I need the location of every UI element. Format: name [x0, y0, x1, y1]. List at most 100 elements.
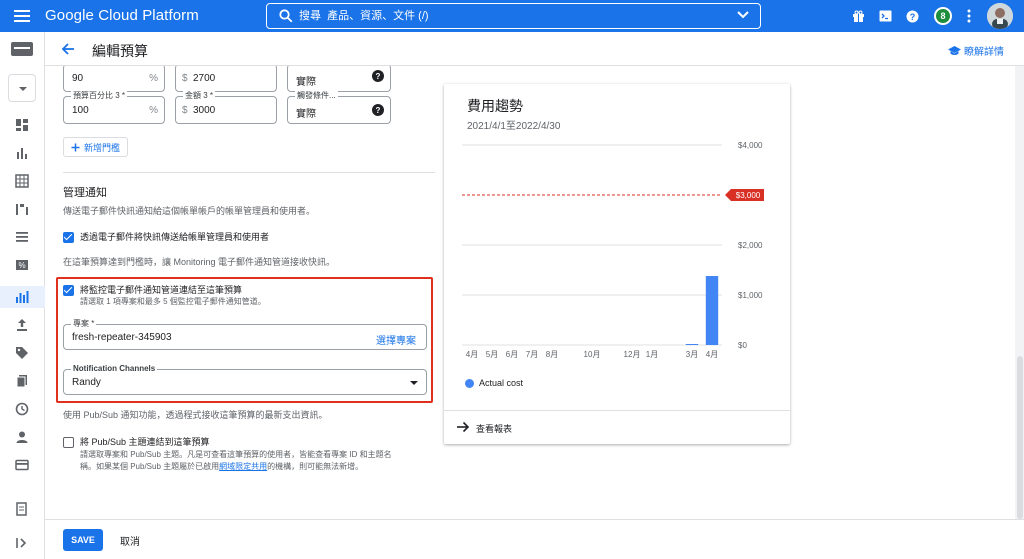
help-icon[interactable]: ?: [904, 8, 920, 24]
budget-form: 90 % $ 2700 實際 ? 預算百分比 3 * 100 % 金額 3 * …: [45, 66, 445, 519]
dashboard-icon[interactable]: [15, 118, 29, 132]
form-footer: SAVE 取消: [45, 519, 1024, 559]
threshold-percent-3-label: 預算百分比 3 *: [71, 91, 128, 101]
dropdown-arrow-icon: [410, 381, 418, 385]
cost-breakdown-icon[interactable]: [15, 202, 29, 216]
y-tick-label: $0: [738, 341, 747, 350]
tag-icon[interactable]: [15, 346, 29, 360]
learn-more-label: 瞭解詳情: [964, 47, 1004, 58]
pubsub-hint-line2: 稱。如果某個 Pub/Sub 主題屬於已啟用網域限定共用的機構，則可能無法新增。: [80, 460, 363, 473]
main-content: 90 % $ 2700 實際 ? 預算百分比 3 * 100 % 金額 3 * …: [45, 66, 1015, 519]
page-header: 編輯預算 瞭解詳情: [45, 32, 1024, 66]
x-tick-label: 7月: [526, 350, 538, 359]
y-tick-label: $4,000: [738, 141, 763, 150]
y-tick-label: $1,000: [738, 291, 763, 300]
notifications-description: 傳送電子郵件快訊通知給這個帳單帳戶的帳單管理員和使用者。: [63, 206, 316, 216]
domain-sharing-link[interactable]: 網域限定共用: [219, 462, 267, 471]
account-dropdown[interactable]: [8, 74, 36, 102]
table-icon[interactable]: [15, 174, 29, 188]
pubsub-hint-text-b: 的機構，則可能無法新增。: [267, 462, 364, 471]
main-scrollbar[interactable]: [1015, 66, 1024, 519]
chevron-down-icon[interactable]: [736, 10, 750, 20]
add-threshold-label: 新增門檻: [84, 142, 121, 153]
x-tick-label: 10月: [584, 350, 601, 359]
view-report-link[interactable]: 查看報表: [444, 410, 790, 444]
history-icon[interactable]: [15, 402, 29, 416]
percent-suffix: %: [149, 105, 158, 116]
monitoring-description: 在這筆預算達到門檻時，讓 Monitoring 電子郵件通知管道接收快訊。: [63, 257, 336, 267]
email-alerts-checkbox[interactable]: [63, 232, 74, 243]
search-input[interactable]: [299, 7, 719, 25]
threshold-percent-3-value: 100: [72, 105, 89, 116]
cost-trend-card: 費用趨勢 2021/4/1至2022/4/30 $0 $1,000 $2,000 $4…: [444, 84, 790, 444]
help-icon[interactable]: ?: [372, 104, 384, 116]
save-button[interactable]: SAVE: [63, 529, 103, 551]
add-threshold-button[interactable]: 新增門檻: [63, 137, 129, 157]
reports-icon[interactable]: [15, 146, 29, 160]
project-value: fresh-repeater-345903: [72, 332, 172, 343]
threshold-trigger-2-value: 實際: [296, 77, 316, 88]
cancel-button[interactable]: 取消: [113, 529, 147, 551]
gift-icon[interactable]: [850, 8, 866, 24]
threshold-trigger-3-label: 觸發條件...: [295, 91, 338, 101]
email-alerts-label: 透過電子郵件將快訊傳送給帳單管理員和使用者: [80, 232, 270, 242]
search-icon: [279, 9, 293, 23]
terminal-icon[interactable]: [877, 8, 893, 24]
x-tick-label: 8月: [546, 350, 558, 359]
legend-swatch-actual-cost: [465, 378, 474, 388]
threshold-amount-2-value: 2700: [193, 73, 216, 84]
help-icon[interactable]: ?: [372, 70, 384, 82]
menu-icon[interactable]: [14, 8, 30, 24]
monitoring-channels-checkbox[interactable]: [63, 285, 74, 296]
release-notes-icon[interactable]: [15, 502, 29, 516]
budgets-icon[interactable]: [15, 290, 29, 304]
arrow-right-icon: [457, 421, 470, 433]
collapse-nav-icon[interactable]: [15, 536, 29, 550]
bar-12: [685, 344, 699, 345]
person-icon[interactable]: [15, 430, 29, 444]
brand-title[interactable]: Google Cloud Platform: [45, 7, 199, 24]
select-project-button[interactable]: 選擇專案: [376, 332, 416, 347]
plus-icon: [71, 143, 80, 151]
threshold-percent-2-field[interactable]: 90 %: [63, 66, 165, 92]
back-arrow-icon[interactable]: [60, 41, 76, 57]
billing-account-icon[interactable]: [11, 42, 33, 56]
threshold-amount-3-field[interactable]: 金額 3 * $ 3000: [175, 91, 277, 124]
legend-label-actual-cost: Actual cost: [479, 378, 524, 388]
notification-channels-select[interactable]: Notification Channels Randy: [63, 364, 427, 395]
avatar[interactable]: [987, 3, 1013, 29]
threshold-amount-2-field[interactable]: $ 2700: [175, 66, 277, 92]
chart-legend: Actual cost: [465, 378, 523, 388]
cost-trend-chart: $0 $1,000 $2,000 $4,000 4月 5月 6月 7月 8月 10月 12月 1月 3月…: [462, 141, 764, 359]
threshold-percent-3-field[interactable]: 預算百分比 3 * 100 %: [63, 91, 165, 124]
documents-icon[interactable]: [15, 374, 29, 388]
notification-badge[interactable]: 8: [934, 7, 952, 25]
view-report-label: 查看報表: [476, 424, 513, 434]
list-icon[interactable]: [15, 230, 29, 244]
more-vert-icon[interactable]: [961, 8, 977, 24]
learn-more-link[interactable]: 瞭解詳情: [948, 43, 1004, 58]
left-nav: %: [0, 32, 45, 559]
y-tick-label: $2,000: [738, 241, 763, 250]
percent-icon[interactable]: %: [15, 258, 29, 272]
percent-suffix: %: [149, 73, 158, 84]
project-label: 專案 *: [71, 319, 97, 329]
monitoring-channels-hint: 請選取 1 項專案和最多 5 個監控電子郵件通知管道。: [80, 297, 266, 306]
scrollbar-thumb[interactable]: [1017, 356, 1023, 519]
bar-13: [705, 276, 719, 345]
export-icon[interactable]: [15, 318, 29, 332]
notification-channels-label: Notification Channels: [71, 364, 158, 374]
manage-notifications-title: 管理通知: [63, 187, 107, 199]
project-field[interactable]: 專案 * fresh-repeater-345903 選擇專案: [63, 319, 427, 350]
x-tick-label: 5月: [486, 350, 498, 359]
x-tick-label: 12月: [624, 350, 641, 359]
svg-text:%: %: [18, 261, 25, 270]
pubsub-checkbox[interactable]: [63, 437, 74, 448]
search-bar[interactable]: [266, 3, 761, 29]
x-tick-label: 4月: [706, 350, 718, 359]
budget-line-label: $3,000: [736, 191, 761, 200]
pubsub-description: 使用 Pub/Sub 通知功能，透過程式接收這筆預算的最新支出資訊。: [63, 410, 328, 420]
school-icon: [948, 45, 961, 55]
currency-prefix: $: [182, 105, 188, 116]
payment-card-icon[interactable]: [15, 458, 29, 472]
